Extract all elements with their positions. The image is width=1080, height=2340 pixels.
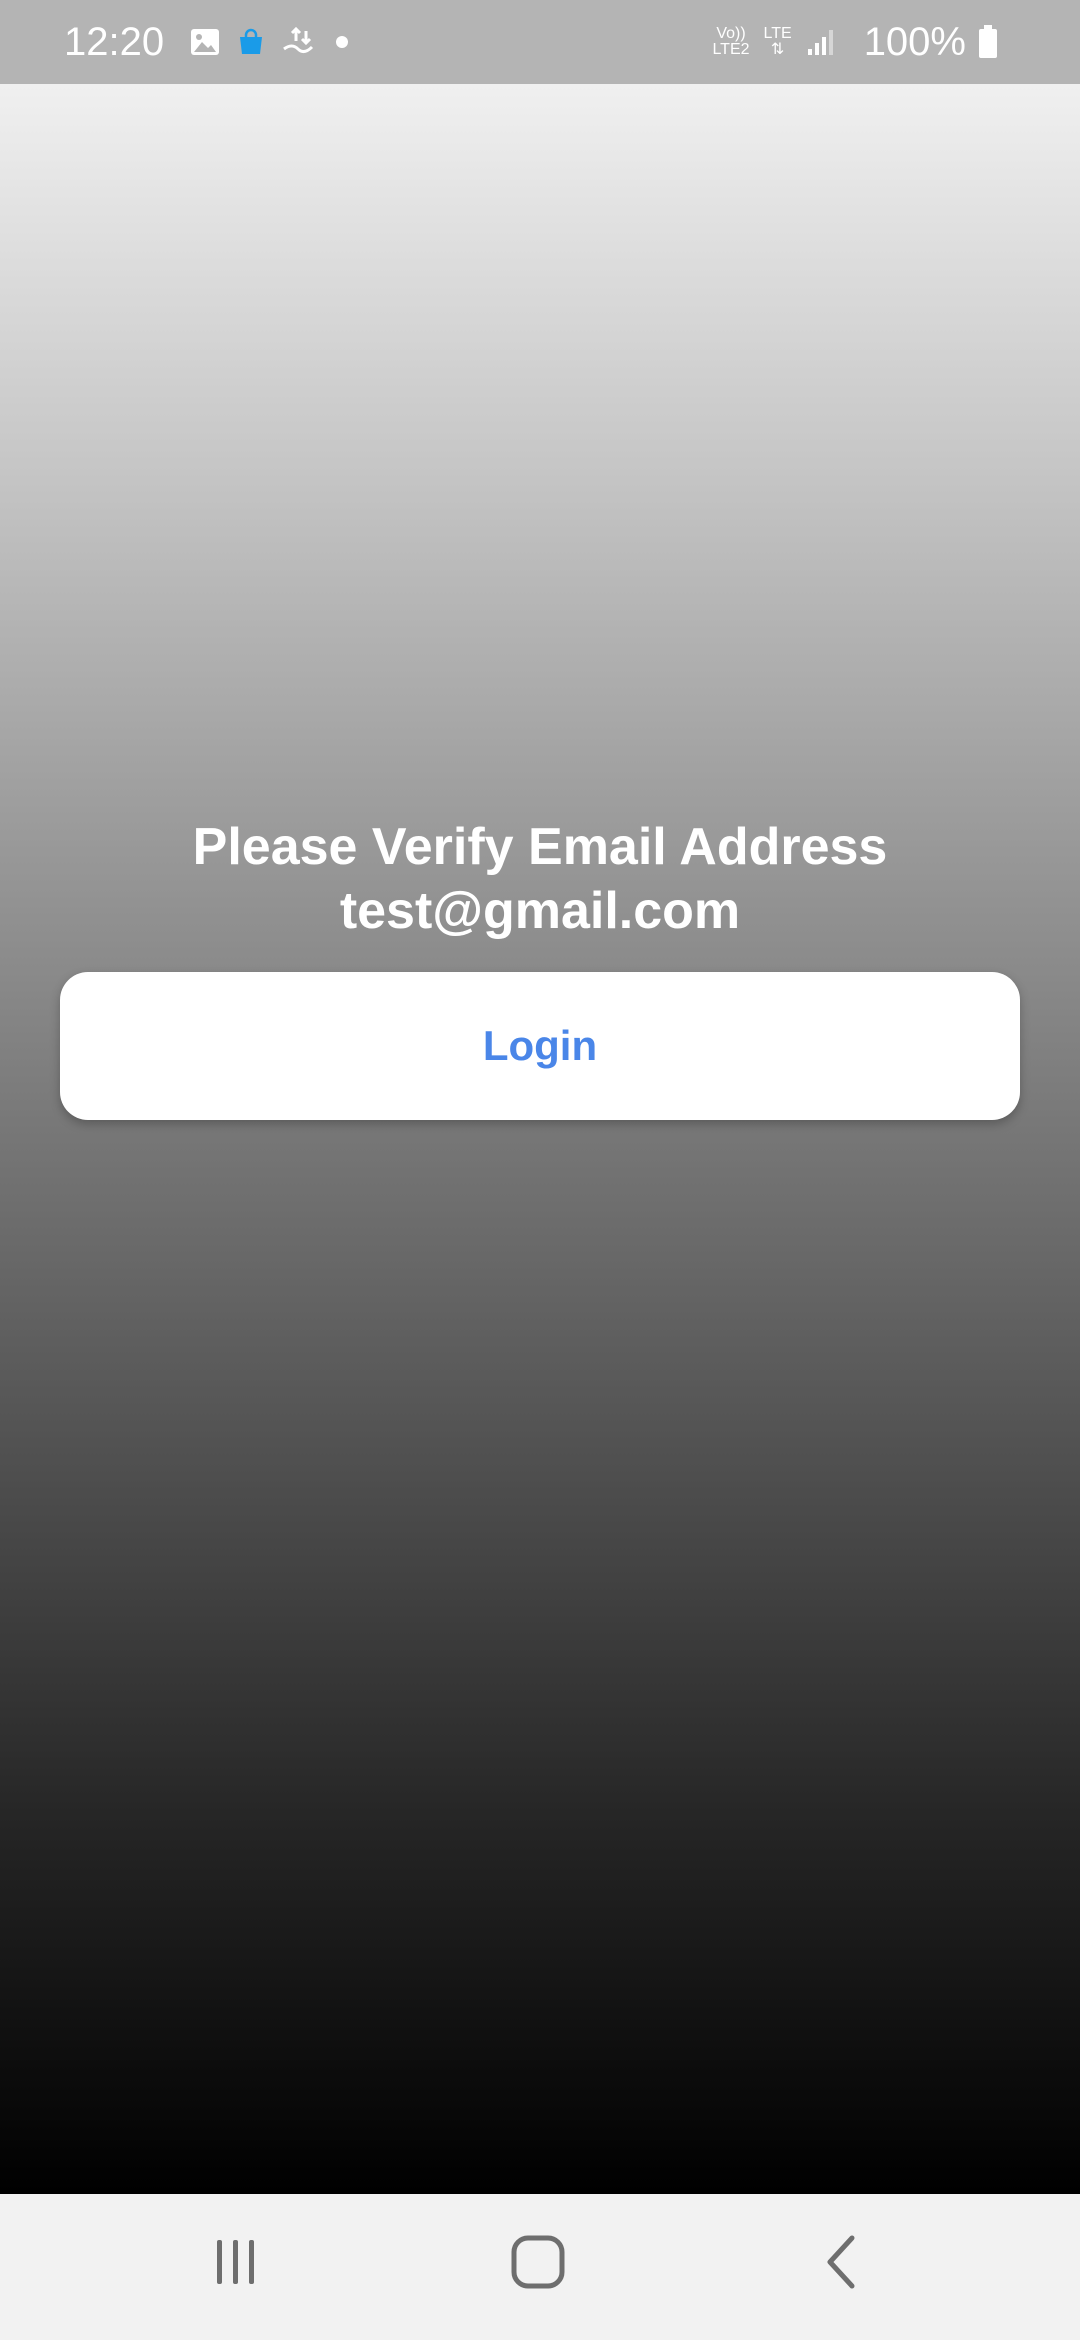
status-right: Vo)) LTE2 LTE ⇅ 100% bbox=[712, 20, 1016, 65]
verify-title: Please Verify Email Address bbox=[192, 818, 888, 876]
navigation-bar bbox=[0, 2194, 1080, 2340]
recent-apps-button[interactable] bbox=[176, 2214, 296, 2314]
volte-label-top: Vo)) bbox=[716, 25, 746, 42]
home-button[interactable] bbox=[478, 2214, 598, 2314]
screen: 12:20 Vo)) LTE2 LTE ⇅ 100% Please Verify… bbox=[0, 0, 1080, 2340]
back-button[interactable] bbox=[780, 2214, 900, 2314]
verify-email: test@gmail.com bbox=[339, 882, 741, 940]
battery-icon bbox=[978, 25, 998, 59]
lte-label: LTE ⇅ bbox=[764, 26, 792, 58]
login-button[interactable]: Login bbox=[60, 972, 1020, 1120]
verify-message: Please Verify Email Address test@gmail.c… bbox=[0, 815, 1080, 943]
volte-label-bottom: LTE2 bbox=[712, 41, 750, 58]
status-time: 12:20 bbox=[64, 19, 165, 64]
volte-label: Vo)) LTE2 bbox=[712, 26, 749, 58]
shopping-bag-icon bbox=[238, 28, 264, 56]
back-icon bbox=[820, 2234, 860, 2295]
gallery-icon bbox=[190, 28, 220, 56]
main-content bbox=[0, 84, 1080, 2194]
dot-icon bbox=[334, 34, 350, 50]
data-transfer-icon bbox=[282, 27, 316, 57]
status-bar: 12:20 Vo)) LTE2 LTE ⇅ 100% bbox=[0, 0, 1080, 84]
battery-percentage: 100% bbox=[863, 19, 966, 64]
recent-apps-icon bbox=[211, 2237, 261, 2292]
signal-icon bbox=[806, 27, 836, 57]
home-icon bbox=[510, 2234, 566, 2295]
lte-label-text: LTE bbox=[763, 25, 792, 42]
lte-arrows: ⇅ bbox=[770, 41, 785, 58]
